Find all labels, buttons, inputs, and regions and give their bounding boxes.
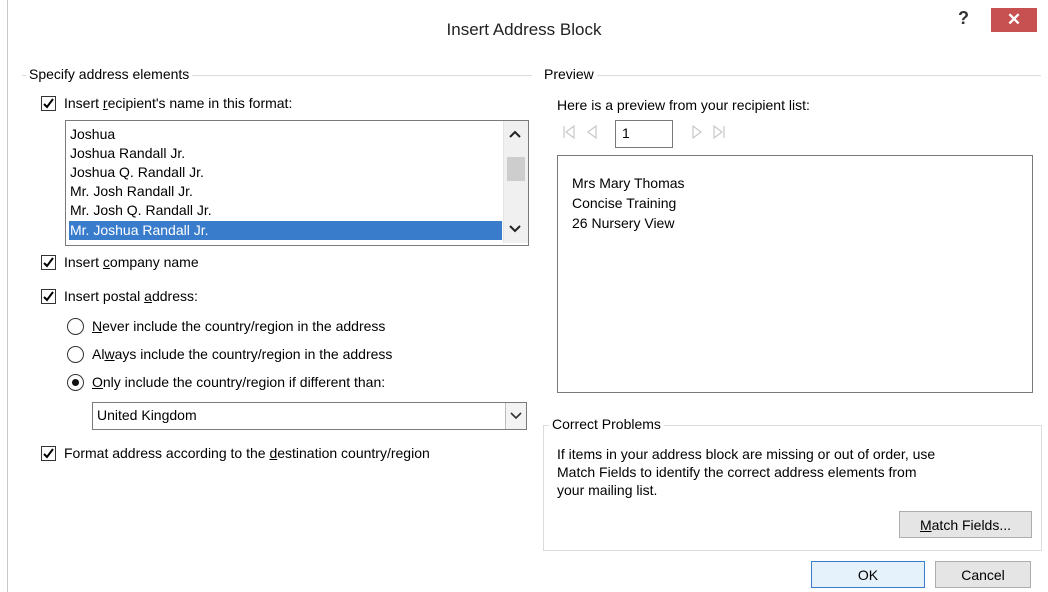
recipient-name-checkbox[interactable] [41,96,56,111]
match-fields-button[interactable]: Match Fields... [899,511,1032,538]
country-value: United Kingdom [97,407,197,423]
correct-problems-text: your mailing list. [557,482,658,498]
first-record-button[interactable] [562,125,576,139]
first-record-icon [563,125,575,139]
last-record-button[interactable] [712,125,726,139]
format-address-label[interactable]: Format address according to the destinat… [64,445,430,461]
window-left-border [7,0,8,592]
listbox-scrollbar[interactable] [503,121,528,243]
address-preview-box: Mrs Mary Thomas Concise Training 26 Nurs… [557,155,1033,393]
cancel-button[interactable]: Cancel [935,561,1031,588]
next-record-icon [692,125,702,139]
list-item[interactable]: Mr. Josh Randall Jr. [70,182,193,201]
next-record-button[interactable] [691,125,703,139]
never-include-country-label[interactable]: Never include the country/region in the … [92,318,385,334]
always-include-country-label[interactable]: Always include the country/region in the… [92,346,392,362]
preview-group [541,75,1041,77]
preview-intro: Here is a preview from your recipient li… [557,97,810,113]
chevron-down-icon [509,225,521,233]
correct-problems-text: Match Fields to identify the correct add… [557,464,917,480]
checkmark-icon [43,257,54,268]
postal-address-label[interactable]: Insert postal address: [64,288,198,304]
correct-problems-legend: Correct Problems [549,416,664,432]
scroll-down-button[interactable] [509,225,521,233]
preview-line: Mrs Mary Thomas [572,175,685,191]
correct-problems-text: If items in your address block are missi… [557,446,936,462]
only-if-different-radio[interactable] [67,374,84,391]
postal-address-checkbox[interactable] [41,289,56,304]
list-item-selected[interactable]: Mr. Joshua Randall Jr. [69,221,502,240]
chevron-up-icon [509,130,521,138]
record-number-value: 1 [622,125,630,141]
dialog-title: Insert Address Block [446,20,602,39]
preview-legend: Preview [541,66,597,82]
checkmark-icon [43,291,54,302]
help-button[interactable]: ? [958,8,969,29]
preview-line: Concise Training [572,195,677,211]
close-button[interactable]: ✕ [991,8,1037,32]
scroll-up-button[interactable] [509,130,521,138]
previous-record-button[interactable] [586,125,598,139]
list-item[interactable]: Mr. Josh Q. Randall Jr. [70,201,212,220]
checkmark-icon [43,98,54,109]
checkmark-icon [43,448,54,459]
previous-record-icon [587,125,597,139]
list-item[interactable]: Joshua [70,125,115,144]
country-dropdown[interactable]: United Kingdom [92,402,527,430]
list-item[interactable]: Joshua Randall Jr. [70,144,185,163]
chevron-down-icon [510,412,522,420]
dropdown-button[interactable] [505,403,526,429]
ok-button[interactable]: OK [811,561,925,588]
company-name-label[interactable]: Insert company name [64,254,199,270]
last-record-icon [713,125,725,139]
only-if-different-label[interactable]: Only include the country/region if diffe… [92,374,385,390]
record-number-input[interactable]: 1 [615,120,673,148]
company-name-checkbox[interactable] [41,255,56,270]
never-include-country-radio[interactable] [67,318,84,335]
specify-group-legend: Specify address elements [26,66,193,82]
always-include-country-radio[interactable] [67,346,84,363]
name-format-listbox[interactable]: Joshua Joshua Randall Jr. Joshua Q. Rand… [65,120,529,246]
preview-line: 26 Nursery View [572,215,675,231]
recipient-name-label[interactable]: Insert recipient's name in this format: [64,95,292,111]
list-item[interactable]: Joshua Q. Randall Jr. [70,163,204,182]
scroll-thumb[interactable] [507,157,525,181]
format-address-checkbox[interactable] [41,446,56,461]
